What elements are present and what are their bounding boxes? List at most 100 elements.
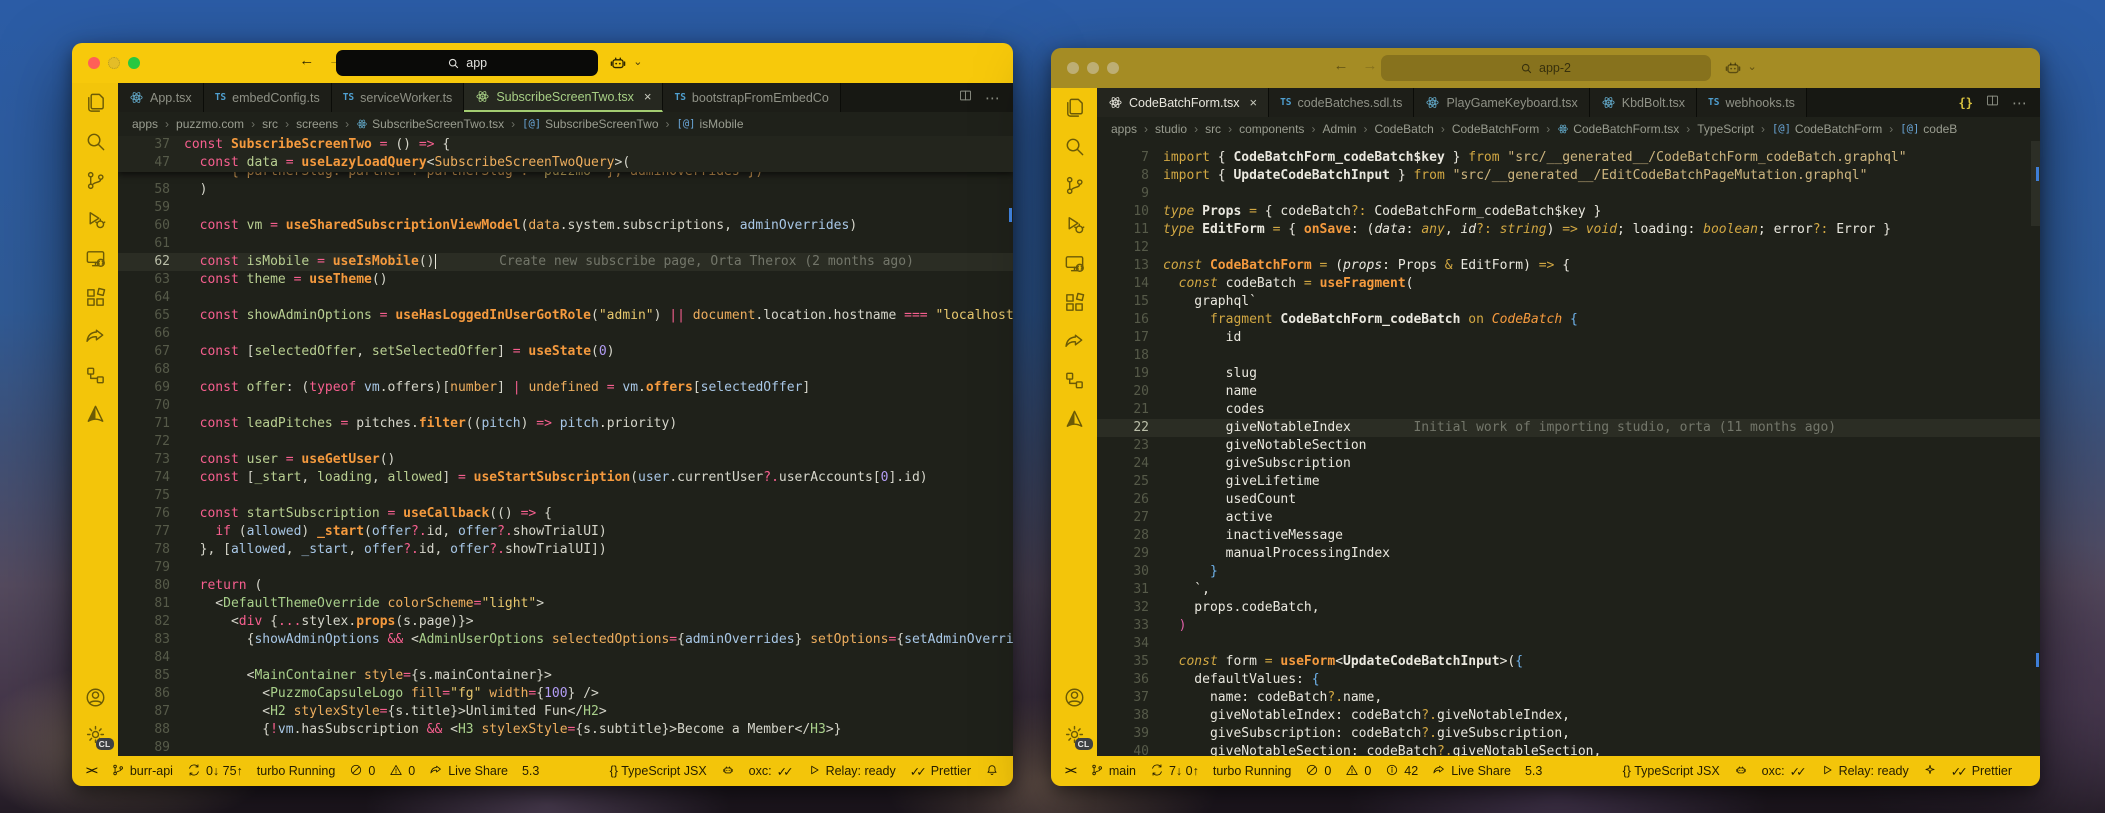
copilot-robot-icon[interactable]	[607, 52, 629, 74]
account-icon[interactable]	[84, 686, 107, 709]
code-line[interactable]: 67 const [selectedOffer, setSelectedOffe…	[118, 343, 1013, 361]
code-line[interactable]: 35 const form = useForm<UpdateCodeBatchI…	[1097, 653, 2040, 671]
tab-kbdbolt-tsx[interactable]: KbdBolt.tsx	[1590, 88, 1697, 117]
code-line[interactable]: 7import { CodeBatchForm_codeBatch$key } …	[1097, 149, 2040, 167]
code-line[interactable]: 21 codes	[1097, 401, 2040, 419]
code-line[interactable]: 26 usedCount	[1097, 491, 2040, 509]
code-line[interactable]: 70	[118, 397, 1013, 415]
hierarchy-icon[interactable]	[1063, 369, 1086, 392]
code-line[interactable]: 62 const isMobile = useIsMobile() Create…	[118, 253, 1013, 271]
code-line[interactable]: 72	[118, 433, 1013, 451]
source-control-icon[interactable]	[84, 169, 107, 192]
prism-icon[interactable]	[84, 403, 107, 426]
code-line[interactable]: 74 const [_start, loading, allowed] = us…	[118, 469, 1013, 487]
code-line[interactable]: 39 giveSubscription: codeBatch?.giveSubs…	[1097, 725, 2040, 743]
breadcrumb-item-typescript[interactable]: TypeScript	[1697, 122, 1754, 136]
code-line[interactable]: 37 name: codeBatch?.name,	[1097, 689, 2040, 707]
code-line[interactable]: 60 const vm = useSharedSubscriptionViewM…	[118, 217, 1013, 235]
breadcrumb-item-codebatchform-tsx[interactable]: CodeBatchForm.tsx	[1557, 122, 1679, 136]
breadcrumb-item-subscribescreentwo[interactable]: [@]SubscribeScreenTwo	[522, 117, 658, 131]
explorer-icon[interactable]	[84, 91, 107, 114]
code-line[interactable]: 30 }	[1097, 563, 2040, 581]
sparkle-status[interactable]	[1923, 763, 1937, 780]
code-line[interactable]: 77 if (allowed) _start(offer?.id, offer?…	[118, 523, 1013, 541]
search-icon[interactable]	[84, 130, 107, 153]
5-3-status[interactable]: 5.3	[1525, 764, 1542, 778]
code-editor[interactable]: 37const SubscribeScreenTwo = () => {47 c…	[118, 136, 1013, 756]
code-line[interactable]: 8import { UpdateCodeBatchInput } from "s…	[1097, 167, 2040, 185]
typescript-jsx-status[interactable]: {} TypeScript JSX	[1623, 764, 1720, 778]
code-line[interactable]: 66	[118, 325, 1013, 343]
code-line[interactable]: 19 slug	[1097, 365, 2040, 383]
code-line[interactable]: 87 <H2 stylexStyle={s.title}>Unlimited F…	[118, 703, 1013, 721]
breadcrumb-item-subscribescreentwo-tsx[interactable]: SubscribeScreenTwo.tsx	[356, 117, 504, 131]
scrollbar-thumb[interactable]	[2031, 141, 2040, 226]
code-line[interactable]: 79	[118, 559, 1013, 577]
code-line[interactable]: 15 graphql`	[1097, 293, 2040, 311]
tab-embedconfig-ts[interactable]: TSembedConfig.ts	[204, 83, 332, 112]
code-line[interactable]: 34	[1097, 635, 2040, 653]
tab-codebatchform-tsx[interactable]: CodeBatchForm.tsx×	[1097, 88, 1269, 117]
0-status[interactable]: 0	[349, 763, 375, 780]
chevron-down-icon[interactable]: ⌄	[1748, 60, 1757, 73]
more-actions-icon[interactable]: ⋯	[2012, 94, 2028, 112]
minimize-window-button[interactable]	[108, 57, 120, 69]
tab-webhooks-ts[interactable]: TSwebhooks.ts	[1697, 88, 1807, 117]
robot-status[interactable]	[721, 763, 735, 780]
code-line[interactable]: 89	[118, 739, 1013, 756]
split-editor-icon[interactable]	[1985, 93, 2000, 113]
code-line[interactable]: 36 defaultValues: {	[1097, 671, 2040, 689]
breadcrumb-item-src[interactable]: src	[1205, 122, 1221, 136]
breadcrumb-item-src[interactable]: src	[262, 117, 278, 131]
remote-explorer-icon[interactable]	[84, 247, 107, 270]
code-line[interactable]: 38 giveNotableIndex: codeBatch?.giveNota…	[1097, 707, 2040, 725]
code-line[interactable]: 18	[1097, 347, 2040, 365]
breadcrumb-item-studio[interactable]: studio	[1155, 122, 1187, 136]
relay-ready-status[interactable]: Relay: ready	[807, 763, 896, 780]
typescript-jsx-status[interactable]: {} TypeScript JSX	[610, 764, 707, 778]
breadcrumb-item-screens[interactable]: screens	[296, 117, 338, 131]
breadcrumb-item-puzzmo-com[interactable]: puzzmo.com	[176, 117, 244, 131]
settings-icon[interactable]: CL	[84, 723, 107, 746]
turbo-running-status[interactable]: turbo Running	[1213, 764, 1292, 778]
hierarchy-icon[interactable]	[84, 364, 107, 387]
code-line[interactable]: 13const CodeBatchForm = (props: Props & …	[1097, 257, 2040, 275]
code-line[interactable]: 88 {!vm.hasSubscription && <H3 stylexSty…	[118, 721, 1013, 739]
tab-serviceworker-ts[interactable]: TSserviceWorker.ts	[332, 83, 465, 112]
code-line[interactable]: 10type Props = { codeBatch?: CodeBatchFo…	[1097, 203, 2040, 221]
code-line[interactable]: 9	[1097, 185, 2040, 203]
code-line[interactable]: 33 )	[1097, 617, 2040, 635]
code-line[interactable]: 31 `,	[1097, 581, 2040, 599]
command-center-search[interactable]: app-2	[1381, 55, 1711, 81]
code-line[interactable]: 82 <div {...stylex.props(s.page)}>	[118, 613, 1013, 631]
prettier-status[interactable]: ✓✓Prettier	[910, 764, 971, 779]
breadcrumb-item-apps[interactable]: apps	[132, 117, 158, 131]
tab-codebatches-sdl-ts[interactable]: TScodeBatches.sdl.ts	[1269, 88, 1414, 117]
zoom-window-button[interactable]	[128, 57, 140, 69]
code-line[interactable]: 69 const offer: (typeof vm.offers)[numbe…	[118, 379, 1013, 397]
code-line[interactable]: 23 giveNotableSection	[1097, 437, 2040, 455]
prism-icon[interactable]	[1063, 408, 1086, 431]
zoom-window-button[interactable]	[1107, 62, 1119, 74]
chevron-down-icon[interactable]: ⌄	[633, 55, 642, 68]
code-line[interactable]: 27 active	[1097, 509, 2040, 527]
code-line[interactable]: 76 const startSubscription = useCallback…	[118, 505, 1013, 523]
more-actions-icon[interactable]: ⋯	[985, 89, 1001, 107]
remote-status[interactable]: ><	[86, 765, 97, 777]
0-75-status[interactable]: 0↓ 75↑	[187, 763, 243, 780]
code-line[interactable]: 75	[118, 487, 1013, 505]
extensions-icon[interactable]	[1063, 291, 1086, 314]
oxc-status[interactable]: oxc:✓✓	[749, 764, 793, 779]
code-line[interactable]: 47 const data = useLazyLoadQuery<Subscri…	[118, 154, 1013, 172]
remote-status[interactable]: ><	[1065, 765, 1076, 777]
robot-status[interactable]	[1734, 763, 1748, 780]
code-line[interactable]: 24 giveSubscription	[1097, 455, 2040, 473]
braces-icon[interactable]: {}	[1959, 96, 1973, 110]
tab-subscribescreentwo-tsx[interactable]: SubscribeScreenTwo.tsx×	[464, 83, 663, 112]
tab-bootstrapfromembedco[interactable]: TSbootstrapFromEmbedCo	[663, 83, 840, 112]
42-status[interactable]: 42	[1385, 763, 1418, 780]
code-line[interactable]: 71 const leadPitches = pitches.filter((p…	[118, 415, 1013, 433]
7-0-status[interactable]: 7↓ 0↑	[1150, 763, 1199, 780]
code-line[interactable]: 28 inactiveMessage	[1097, 527, 2040, 545]
0-status[interactable]: 0	[389, 763, 415, 780]
